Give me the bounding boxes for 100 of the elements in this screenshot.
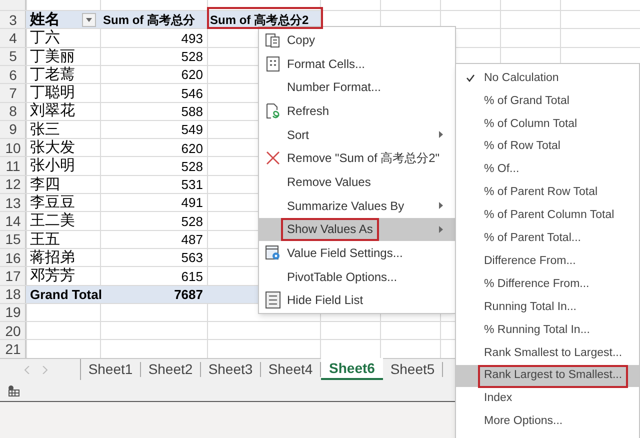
sheet-tab[interactable]: Sheet5 [383, 362, 443, 377]
submenu-item[interactable]: More Options... [456, 410, 639, 434]
filter-dropdown-button[interactable] [82, 13, 96, 28]
menu-item-label: % Running Total In... [484, 322, 590, 338]
submenu-item[interactable]: Running Total In... [456, 296, 639, 319]
row-number: 20 [5, 322, 21, 341]
table-cell-text: 张大发 [30, 138, 75, 158]
column-header: Sum of 高考总分 [103, 12, 195, 30]
sheet-tab[interactable]: Sheet3 [201, 362, 261, 377]
menu-item[interactable]: Copy [259, 28, 455, 52]
menu-item-label: % Of... [484, 162, 520, 178]
table-cell-text: 邓芳芳 [30, 266, 75, 286]
menu-item-label: % Difference From... [484, 276, 590, 292]
row-number: 21 [5, 340, 21, 358]
submenu-item[interactable]: % Running Total In... [456, 318, 639, 342]
menu-item-label: Rank Largest to Smallest... [484, 368, 622, 384]
sheet-tab[interactable]: Sheet6 [321, 358, 383, 380]
table-cell-text: 487 [181, 231, 203, 249]
table-cell-text: 刘翠花 [30, 101, 75, 122]
table-cell-text: 588 [181, 102, 203, 121]
menu-item[interactable]: Refresh [259, 99, 455, 123]
menu-item[interactable]: Remove Values [259, 170, 455, 194]
row-number: 3 [9, 10, 17, 30]
table-cell-text: 528 [181, 212, 203, 231]
menu-item[interactable]: Value Field Settings... [259, 241, 455, 265]
menu-item-label: Hide Field List [287, 292, 364, 310]
checkmark-icon [466, 74, 474, 82]
field-settings-icon [265, 245, 281, 262]
row-number: 15 [5, 230, 21, 250]
menu-item-label: Number Format... [287, 79, 382, 96]
menu-item-label: Remove "Sum of 高考总分2" [287, 150, 440, 168]
menu-item[interactable]: Remove "Sum of 高考总分2" [259, 146, 455, 170]
submenu-item[interactable]: % of Parent Row Total [456, 181, 639, 204]
table-cell-text: 李四 [30, 174, 60, 194]
menu-item-label: Show Values As [287, 221, 373, 238]
submenu-item[interactable]: Difference From... [456, 250, 639, 274]
table-cell-text: 528 [181, 48, 203, 66]
row-number: 8 [9, 102, 17, 122]
submenu-arrow-icon [439, 131, 443, 138]
submenu-item[interactable]: % of Parent Total... [456, 227, 639, 250]
submenu-item[interactable]: % of Parent Column Total [456, 204, 639, 228]
table-cell-text: 丁六 [30, 28, 60, 48]
table-cell-text: 李豆豆 [30, 192, 75, 212]
table-cell-text: 620 [181, 66, 203, 84]
menu-item-label: No Calculation [484, 70, 559, 86]
menu-item-label: PivotTable Options... [287, 268, 398, 286]
table-cell-text: 491 [181, 194, 203, 212]
row-number: 5 [9, 47, 17, 66]
menu-item-label: Copy [287, 32, 316, 49]
submenu-arrow-icon [439, 226, 443, 233]
submenu-item[interactable]: Rank Largest to Smallest... [456, 364, 639, 388]
submenu-item[interactable]: % of Row Total [456, 136, 639, 159]
row-number: 10 [5, 138, 21, 158]
macro-record-icon[interactable] [8, 384, 20, 396]
menu-item-label: Value Field Settings... [287, 245, 403, 262]
table-cell-text: 王五 [30, 230, 60, 250]
menu-item[interactable]: Sort [259, 122, 455, 146]
row-number: 9 [9, 120, 17, 140]
menu-item[interactable]: Summarize Values By [259, 194, 455, 218]
table-cell-text: 563 [181, 249, 203, 268]
menu-item-label: Format Cells... [287, 56, 366, 73]
menu-item[interactable]: Number Format... [259, 75, 455, 100]
submenu-item[interactable]: % Difference From... [456, 273, 639, 296]
submenu-item[interactable]: No Calculation [456, 67, 639, 90]
submenu-item[interactable]: % Of... [456, 158, 639, 182]
sheet-tab[interactable]: Sheet2 [141, 362, 201, 377]
table-cell-text: 531 [181, 176, 203, 194]
table-cell-text: 张小明 [30, 156, 75, 176]
submenu-item[interactable]: % of Grand Total [456, 90, 639, 113]
menu-item-label: % of Grand Total [484, 94, 570, 109]
submenu-arrow-icon [439, 202, 443, 210]
submenu-item[interactable]: % of Column Total [456, 112, 639, 136]
menu-item-label: Refresh [287, 102, 330, 120]
menu-item[interactable]: Format Cells... [259, 52, 455, 76]
menu-item-label: % of Column Total [484, 116, 578, 132]
field-list-icon [265, 291, 281, 310]
menu-item[interactable]: Hide Field List [259, 288, 455, 312]
sheet-tab[interactable]: Sheet1 [81, 362, 141, 377]
row-number: 16 [5, 248, 21, 268]
table-cell-text: 丁聪明 [30, 83, 75, 102]
column-header: 姓名 [30, 10, 60, 30]
row-number: 14 [5, 212, 21, 231]
menu-item-label: Sort [287, 126, 310, 144]
row-number: 13 [5, 194, 21, 213]
menu-item-label: % of Row Total [484, 139, 560, 154]
menu-item-label: Summarize Values By [287, 198, 404, 215]
menu-item[interactable]: Show Values As [259, 218, 455, 242]
submenu-item[interactable]: Index [456, 387, 639, 410]
menu-item-label: Running Total In... [484, 300, 576, 315]
submenu-item[interactable]: Rank Smallest to Largest... [456, 342, 639, 365]
menu-item-label: Remove Values [287, 174, 371, 191]
menu-item-label: More Options... [484, 414, 563, 430]
menu-item[interactable]: PivotTable Options... [259, 264, 455, 289]
table-cell-text: 620 [181, 140, 203, 158]
table-cell-text: 丁老蔫 [30, 64, 75, 85]
table-cell-text: 7687 [174, 286, 203, 304]
menu-item-label: Difference From... [484, 254, 576, 269]
close-icon [266, 151, 280, 166]
table-cell-text: 493 [181, 30, 203, 48]
row-number: 17 [5, 266, 21, 286]
